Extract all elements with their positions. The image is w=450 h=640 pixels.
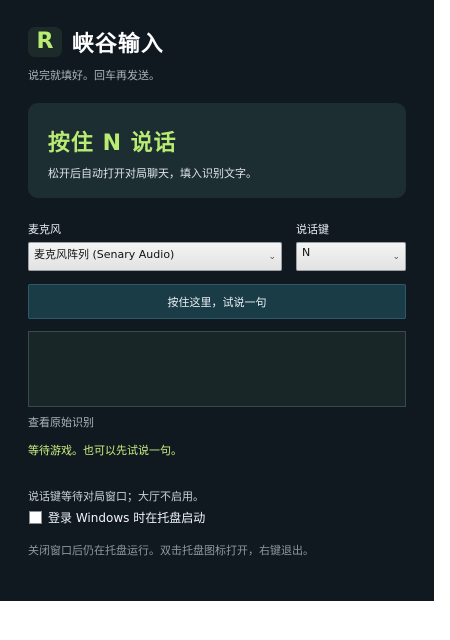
chevron-down-icon: ⌄	[268, 252, 276, 262]
autostart-option[interactable]: 登录 Windows 时在托盘启动	[29, 509, 205, 526]
status-text: 等待游戏。也可以先试说一句。	[28, 444, 182, 457]
app-header: R 峡谷输入	[28, 26, 164, 58]
hotkey-select[interactable]: N ⌄	[296, 242, 406, 271]
hotkey-note: 说话键等待对局窗口；大厅不启用。	[28, 490, 204, 503]
hotkey-label: 说话键	[296, 223, 329, 236]
autostart-checkbox[interactable]	[29, 511, 42, 524]
app-logo-icon: R	[28, 27, 62, 57]
chevron-down-icon: ⌄	[392, 252, 400, 262]
microphone-label: 麦克风	[28, 223, 61, 236]
microphone-select-value: 麦克风阵列 (Senary Audio)	[34, 248, 175, 261]
app-title: 峡谷输入	[72, 32, 165, 57]
hero-subtitle: 松开后自动打开对局聊天，填入识别文字。	[48, 167, 257, 180]
hotkey-select-value: N	[302, 246, 311, 259]
footer-note: 关闭窗口后仍在托盘运行。双击托盘图标打开，右键退出。	[28, 544, 314, 557]
push-to-talk-button[interactable]: 按住这里，试说一句	[28, 284, 406, 319]
transcript-textarea[interactable]	[28, 331, 406, 407]
autostart-label[interactable]: 登录 Windows 时在托盘启动	[48, 509, 205, 526]
hero-panel: 按住 N 说话 松开后自动打开对局聊天，填入识别文字。	[28, 103, 406, 198]
microphone-select[interactable]: 麦克风阵列 (Senary Audio) ⌄	[28, 242, 282, 271]
app-window: R 峡谷输入 说完就填好。回车再发送。 按住 N 说话 松开后自动打开对局聊天，…	[0, 0, 434, 601]
app-subtitle: 说完就填好。回车再发送。	[28, 69, 160, 82]
hero-title: 按住 N 说话	[48, 131, 177, 156]
view-raw-recognition-link[interactable]: 查看原始识别	[28, 414, 94, 430]
